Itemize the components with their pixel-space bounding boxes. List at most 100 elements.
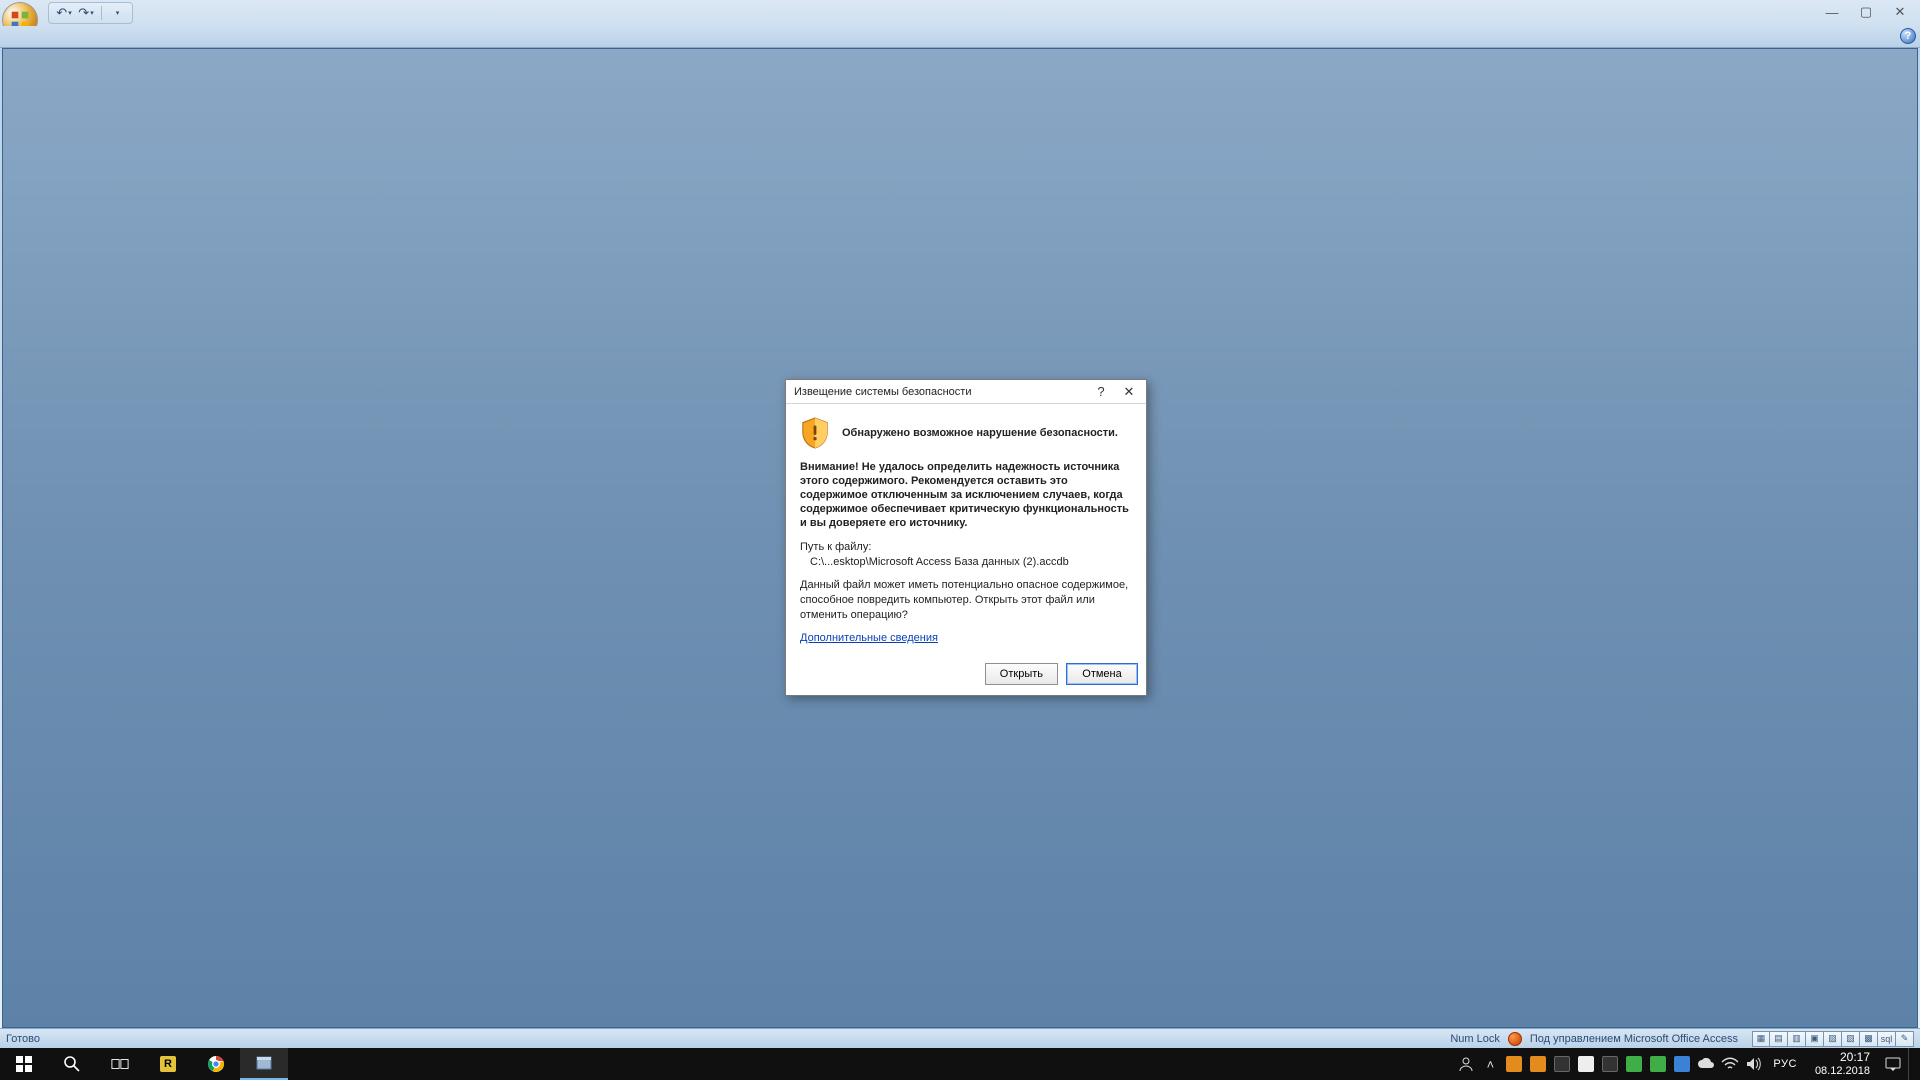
dialog-body-text: Данный файл может иметь потенциально опа… <box>800 578 1132 623</box>
input-language-indicator[interactable]: РУС <box>1769 1058 1801 1070</box>
dialog-header-text: Обнаружено возможное нарушение безопасно… <box>842 427 1132 439</box>
status-numlock: Num Lock <box>1450 1033 1500 1045</box>
show-desktop-button[interactable] <box>1908 1048 1914 1080</box>
view-btn-5[interactable]: ▨ <box>1824 1031 1842 1047</box>
redo-button[interactable]: ↷▾ <box>77 5 95 21</box>
clock[interactable]: 20:17 08.12.2018 <box>1807 1051 1878 1076</box>
cloud-icon <box>1697 1058 1715 1070</box>
close-icon: ✕ <box>1124 384 1135 400</box>
tray-icon-5[interactable] <box>1649 1055 1667 1073</box>
more-info-link[interactable]: Дополнительные сведения <box>800 632 938 644</box>
tray-icon-3[interactable] <box>1577 1055 1595 1073</box>
window-controls: — ▢ ✕ <box>1818 4 1914 20</box>
close-icon: ✕ <box>1895 4 1906 20</box>
redo-icon: ↷ <box>78 5 89 21</box>
discord-icon <box>1554 1056 1570 1072</box>
speaker-icon <box>1745 1057 1763 1071</box>
action-center-button[interactable] <box>1884 1055 1902 1073</box>
generic-tray-icon <box>1530 1056 1546 1072</box>
path-label: Путь к файлу: <box>800 540 871 555</box>
quick-access-toolbar: ↶▾ ↷▾ ▾ <box>48 2 133 24</box>
help-icon: ? <box>1905 30 1912 42</box>
generic-tray-icon <box>1674 1056 1690 1072</box>
view-btn-8[interactable]: sql <box>1878 1031 1896 1047</box>
wifi-icon <box>1721 1057 1739 1071</box>
status-bar: Готово Num Lock Под управлением Microsof… <box>0 1028 1920 1048</box>
taskbar-app-access[interactable] <box>240 1048 288 1080</box>
path-value: C:\...esktop\Microsoft Access База данны… <box>810 555 1069 570</box>
dialog-title: Извещение системы безопасности <box>794 386 971 398</box>
people-icon[interactable] <box>1457 1055 1475 1073</box>
title-bar: ↶▾ ↷▾ ▾ — ▢ ✕ <box>0 0 1920 26</box>
system-tray: ˄ РУС 20:17 08.12.2018 <box>1457 1048 1920 1080</box>
steam-icon <box>1602 1056 1618 1072</box>
notification-icon <box>1884 1056 1902 1072</box>
clock-time: 20:17 <box>1815 1051 1870 1064</box>
maximize-icon: ▢ <box>1860 4 1872 20</box>
tray-icon-6[interactable] <box>1673 1055 1691 1073</box>
tray-icon-steam[interactable] <box>1601 1055 1619 1073</box>
dialog-button-row: Открыть Отмена <box>786 663 1146 695</box>
generic-tray-icon <box>1626 1056 1642 1072</box>
dialog-help-button[interactable]: ? <box>1092 383 1110 401</box>
status-powered-by: Под управлением Microsoft Office Access <box>1530 1033 1738 1045</box>
minimize-icon: — <box>1826 5 1839 20</box>
help-button[interactable]: ? <box>1900 28 1916 44</box>
view-btn-1[interactable]: ▦ <box>1752 1031 1770 1047</box>
app-icon: R <box>160 1056 176 1072</box>
tray-icon-4[interactable] <box>1625 1055 1643 1073</box>
chrome-icon <box>207 1055 225 1073</box>
dialog-file-path: Путь к файлу: C:\...esktop\Microsoft Acc… <box>800 540 1132 570</box>
generic-tray-icon <box>1506 1056 1522 1072</box>
generic-tray-icon <box>1578 1056 1594 1072</box>
task-view-button[interactable] <box>96 1048 144 1080</box>
tray-icon-2[interactable] <box>1529 1055 1547 1073</box>
tray-icon-1[interactable] <box>1505 1055 1523 1073</box>
search-icon <box>63 1055 81 1073</box>
tray-overflow-button[interactable]: ˄ <box>1481 1055 1499 1073</box>
qat-customize-button[interactable]: ▾ <box>108 5 126 21</box>
close-button[interactable]: ✕ <box>1886 4 1914 20</box>
search-button[interactable] <box>48 1048 96 1080</box>
qat-separator <box>101 6 102 20</box>
windows-taskbar: R ˄ <box>0 1048 1920 1080</box>
powered-by-icon <box>1508 1032 1522 1046</box>
cancel-button[interactable]: Отмена <box>1066 663 1138 685</box>
chevron-down-icon: ▾ <box>90 9 94 17</box>
chevron-up-icon: ˄ <box>1487 1057 1495 1072</box>
status-ready: Готово <box>6 1033 40 1045</box>
view-btn-4[interactable]: ▣ <box>1806 1031 1824 1047</box>
view-btn-6[interactable]: ▧ <box>1842 1031 1860 1047</box>
tray-icon-volume[interactable] <box>1745 1055 1763 1073</box>
access-app-icon <box>255 1054 273 1072</box>
view-btn-2[interactable]: ▤ <box>1770 1031 1788 1047</box>
dialog-close-button[interactable]: ✕ <box>1120 383 1138 401</box>
dialog-warning-text: Внимание! Не удалось определить надежнос… <box>800 460 1132 530</box>
dialog-title-bar: Извещение системы безопасности ? ✕ <box>786 380 1146 404</box>
tray-icon-onedrive[interactable] <box>1697 1055 1715 1073</box>
shield-warning-icon <box>800 416 830 450</box>
taskbar-app-chrome[interactable] <box>192 1048 240 1080</box>
help-icon: ? <box>1097 384 1104 399</box>
taskbar-app-rockstar[interactable]: R <box>144 1048 192 1080</box>
minimize-button[interactable]: — <box>1818 4 1846 20</box>
view-btn-3[interactable]: ▥ <box>1788 1031 1806 1047</box>
task-view-icon <box>111 1055 129 1073</box>
view-switcher: ▦ ▤ ▥ ▣ ▨ ▧ ▩ sql ✎ <box>1752 1031 1914 1047</box>
undo-icon: ↶ <box>56 5 67 21</box>
clock-date: 08.12.2018 <box>1815 1065 1870 1077</box>
tray-icon-discord[interactable] <box>1553 1055 1571 1073</box>
generic-tray-icon <box>1650 1056 1666 1072</box>
open-button[interactable]: Открыть <box>985 663 1058 685</box>
windows-logo-icon <box>15 1055 33 1073</box>
view-btn-9[interactable]: ✎ <box>1896 1031 1914 1047</box>
chevron-down-icon: ▾ <box>116 9 120 17</box>
tray-icon-network[interactable] <box>1721 1055 1739 1073</box>
maximize-button[interactable]: ▢ <box>1852 4 1880 20</box>
view-btn-7[interactable]: ▩ <box>1860 1031 1878 1047</box>
undo-button[interactable]: ↶▾ <box>55 5 73 21</box>
chevron-down-icon: ▾ <box>68 9 72 17</box>
security-notice-dialog: Извещение системы безопасности ? ✕ Обнар… <box>785 379 1147 696</box>
start-button[interactable] <box>0 1048 48 1080</box>
people-glyph-icon <box>1457 1055 1475 1073</box>
